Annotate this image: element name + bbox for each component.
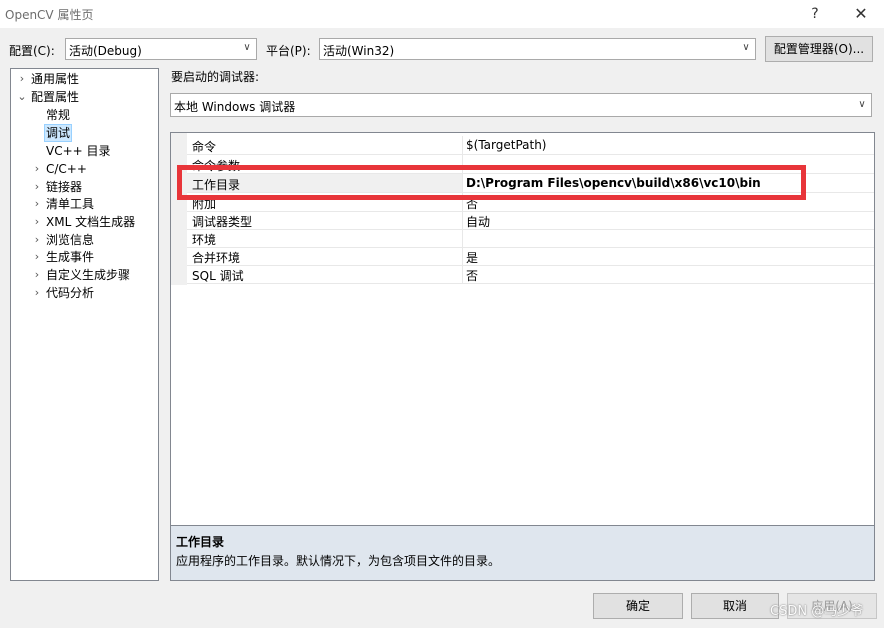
property-name: 调试器类型 [192,215,253,229]
chevron-right-icon[interactable]: › [31,231,43,249]
property-tree[interactable]: › 通用属性 ⌄ 配置属性 常规 调试 VC++ 目录 › C/C++ › 链接… [10,68,159,581]
tree-item-label: 清单工具 [46,197,95,211]
tree-item-label: 链接器 [46,180,83,194]
tree-item-label: 生成事件 [46,250,95,264]
close-button[interactable]: ✕ [838,0,884,28]
annotation-highlight-box [177,165,806,200]
tree-item-label: VC++ 目录 [46,144,111,158]
tree-item-label: 浏览信息 [46,233,95,247]
chevron-down-icon: ∨ [243,42,251,53]
config-label: 配置(C): [9,44,55,58]
description-panel: 工作目录 应用程序的工作目录。默认情况下，为包含项目文件的目录。 [170,525,875,581]
property-value[interactable]: 否 [462,265,874,283]
property-row-environment[interactable]: 环境 [187,229,874,248]
chevron-right-icon[interactable]: › [31,195,43,213]
property-name: 环境 [192,233,217,247]
tree-item-label: 常规 [46,108,71,122]
property-value[interactable] [462,229,874,247]
chevron-right-icon[interactable]: › [31,178,43,196]
platform-select[interactable]: 活动(Win32) ∨ [319,38,756,60]
tree-item-label: C/C++ [46,162,87,176]
description-text: 应用程序的工作目录。默认情况下，为包含项目文件的目录。 [176,554,501,568]
description-title: 工作目录 [176,535,225,549]
tree-item-label: 代码分析 [46,286,95,300]
tree-item-label: 自定义生成步骤 [46,268,131,282]
property-name: 命令 [192,140,217,154]
tree-item-label: XML 文档生成器 [46,215,136,229]
platform-label: 平台(P): [266,44,311,58]
watermark-text: CSDN @马少爷 [770,604,864,619]
chevron-right-icon[interactable]: › [31,213,43,231]
cancel-button[interactable]: 取消 [691,593,779,619]
tree-item-label: 调试 [44,124,73,142]
property-value[interactable]: 是 [462,247,874,265]
property-value[interactable]: 自动 [462,211,874,229]
tree-item-label: 配置属性 [31,90,80,104]
config-manager-button[interactable]: 配置管理器(O)... [765,36,873,62]
property-row-merge-environment[interactable]: 合并环境 是 [187,247,874,266]
property-name: SQL 调试 [192,269,244,283]
property-row-sql-debugging[interactable]: SQL 调试 否 [187,265,874,284]
chevron-right-icon[interactable]: › [31,266,43,284]
grid-gutter [171,133,187,285]
property-value[interactable]: $(TargetPath) [462,136,874,154]
chevron-down-icon: ∨ [858,99,866,110]
window-title: OpenCV 属性页 [5,8,94,22]
chevron-down-icon: ∨ [742,42,750,53]
chevron-right-icon[interactable]: › [31,284,43,302]
config-select-value: 活动(Debug) [69,44,142,58]
debugger-select[interactable]: 本地 Windows 调试器 ∨ [170,93,872,117]
property-row-debugger-type[interactable]: 调试器类型 自动 [187,211,874,230]
ok-button[interactable]: 确定 [593,593,683,619]
chevron-right-icon[interactable]: › [31,248,43,266]
debugger-label: 要启动的调试器: [171,70,260,84]
tree-item-label: 通用属性 [31,72,80,86]
chevron-down-icon[interactable]: ⌄ [16,88,28,106]
help-button[interactable]: ? [792,0,838,28]
chevron-right-icon[interactable]: › [31,160,43,178]
chevron-right-icon[interactable]: › [16,70,28,88]
config-select[interactable]: 活动(Debug) ∨ [65,38,257,60]
title-bar: OpenCV 属性页 ? ✕ [0,0,884,28]
property-name: 合并环境 [192,251,241,265]
property-row-command[interactable]: 命令 $(TargetPath) [187,136,874,155]
platform-select-value: 活动(Win32) [323,44,395,58]
debugger-select-value: 本地 Windows 调试器 [174,100,296,114]
